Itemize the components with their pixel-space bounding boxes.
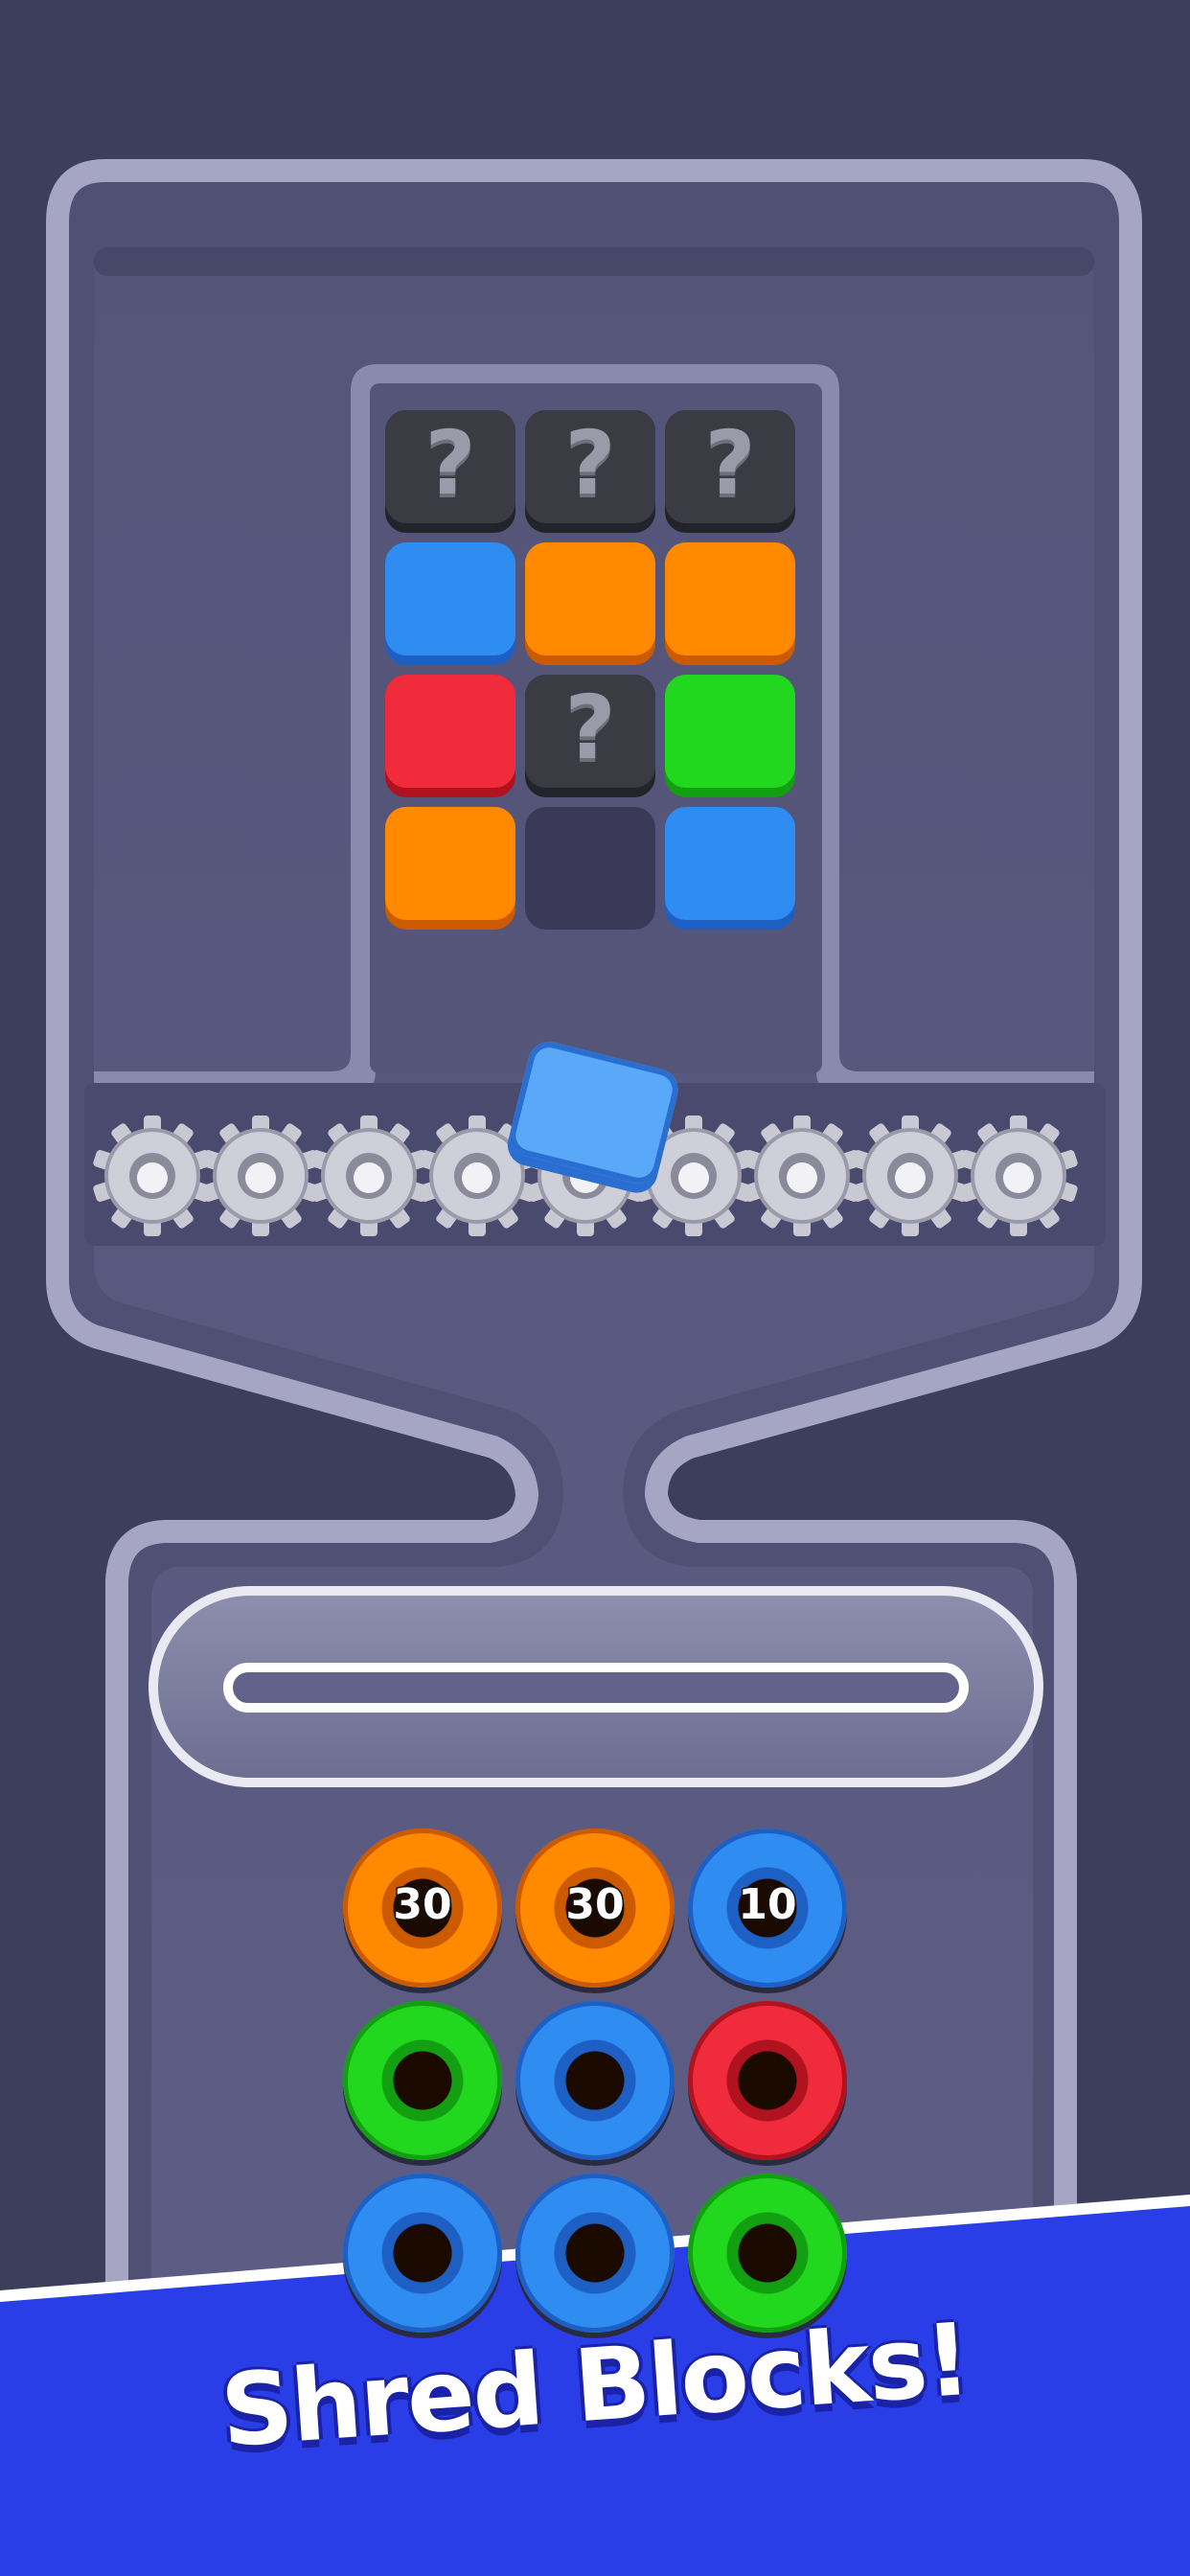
game-scene: ???? 30 30 10 Shred Blocks! (0, 0, 1190, 2576)
red-coin[interactable] (688, 2001, 847, 2160)
question-mark-icon: ? (424, 412, 476, 515)
green-coin[interactable] (343, 2001, 502, 2160)
coin-count: 30 (392, 1879, 453, 1931)
gear-icon (198, 1114, 323, 1238)
blue-block[interactable] (665, 807, 795, 930)
orange-block[interactable] (665, 542, 795, 665)
gear-icon (956, 1114, 1081, 1238)
mystery-block-face: ? (385, 410, 515, 523)
green-coin[interactable] (688, 2174, 847, 2333)
orange-block[interactable] (525, 542, 655, 665)
block-face (665, 542, 795, 656)
block-face (385, 542, 515, 656)
mystery-block[interactable]: ? (525, 410, 655, 533)
mystery-block-face: ? (525, 410, 655, 523)
coin-count: 30 (564, 1879, 626, 1931)
mystery-block[interactable]: ? (525, 675, 655, 797)
mystery-block[interactable]: ? (385, 410, 515, 533)
red-block[interactable] (385, 675, 515, 797)
question-mark-icon: ? (704, 412, 756, 515)
block-face (665, 807, 795, 920)
block-face (385, 807, 515, 920)
slot-opening (223, 1663, 969, 1713)
gear-icon (90, 1114, 215, 1238)
question-mark-icon: ? (564, 412, 616, 515)
top-ledge (94, 247, 1094, 276)
question-mark-icon: ? (564, 677, 616, 779)
green-block[interactable] (665, 675, 795, 797)
orange-coin[interactable]: 30 (515, 1828, 675, 1988)
coin-count: 10 (737, 1879, 798, 1931)
blue-coin[interactable]: 10 (688, 1828, 847, 1988)
mystery-block-face: ? (525, 675, 655, 788)
block-face (525, 542, 655, 656)
orange-block[interactable] (385, 807, 515, 930)
gear-icon (740, 1114, 864, 1238)
blue-coin[interactable] (515, 2001, 675, 2160)
empty-cell (525, 807, 655, 930)
block-face (385, 675, 515, 788)
blue-coin[interactable] (515, 2174, 675, 2333)
mystery-block[interactable]: ? (665, 410, 795, 533)
blue-block[interactable] (385, 542, 515, 665)
mystery-block-face: ? (665, 410, 795, 523)
gear-icon (848, 1114, 973, 1238)
blue-coin[interactable] (343, 2174, 502, 2333)
gear-icon (307, 1114, 431, 1238)
orange-coin[interactable]: 30 (343, 1828, 502, 1988)
block-face (665, 675, 795, 788)
